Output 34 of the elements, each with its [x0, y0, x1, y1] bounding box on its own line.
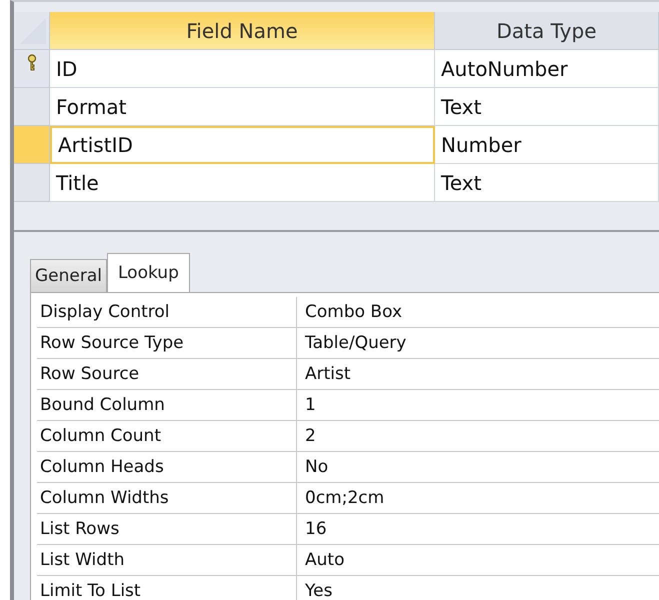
property-value[interactable]: Combo Box: [297, 297, 659, 327]
property-name: Column Count: [37, 421, 297, 451]
property-value[interactable]: Auto: [297, 545, 659, 575]
property-value[interactable]: No: [297, 452, 659, 482]
property-value[interactable]: 1: [297, 390, 659, 420]
property-value[interactable]: Artist: [297, 359, 659, 389]
property-name: Bound Column: [37, 390, 297, 420]
column-header[interactable]: Data Type: [435, 12, 659, 50]
property-name: Row Source: [37, 359, 297, 389]
property-value[interactable]: Yes: [297, 576, 659, 600]
table-cell[interactable]: Title: [50, 164, 435, 202]
property-name: List Width: [37, 545, 297, 575]
property-value[interactable]: 16: [297, 514, 659, 544]
table-cell[interactable]: Text: [435, 164, 659, 202]
property-name: Row Source Type: [37, 328, 297, 358]
table-cell[interactable]: Format: [50, 88, 435, 126]
property-name: Column Heads: [37, 452, 297, 482]
tab[interactable]: General: [30, 259, 107, 292]
property-value[interactable]: 0cm;2cm: [297, 483, 659, 513]
table-cell[interactable]: ArtistID: [50, 126, 435, 164]
property-value[interactable]: Table/Query: [297, 328, 659, 358]
property-name: List Rows: [37, 514, 297, 544]
property-name: Display Control: [37, 297, 297, 327]
property-name: Column Widths: [37, 483, 297, 513]
row-selector[interactable]: [14, 50, 50, 88]
table-cell[interactable]: Number: [435, 126, 659, 164]
tab[interactable]: Lookup: [107, 253, 190, 292]
property-value[interactable]: 2: [297, 421, 659, 451]
table-cell[interactable]: Text: [435, 88, 659, 126]
table-cell[interactable]: AutoNumber: [435, 50, 659, 88]
property-name: Limit To List: [37, 576, 297, 600]
column-header[interactable]: Field Name: [50, 12, 435, 50]
key-icon: [26, 54, 36, 72]
table-cell[interactable]: ID: [50, 50, 435, 88]
